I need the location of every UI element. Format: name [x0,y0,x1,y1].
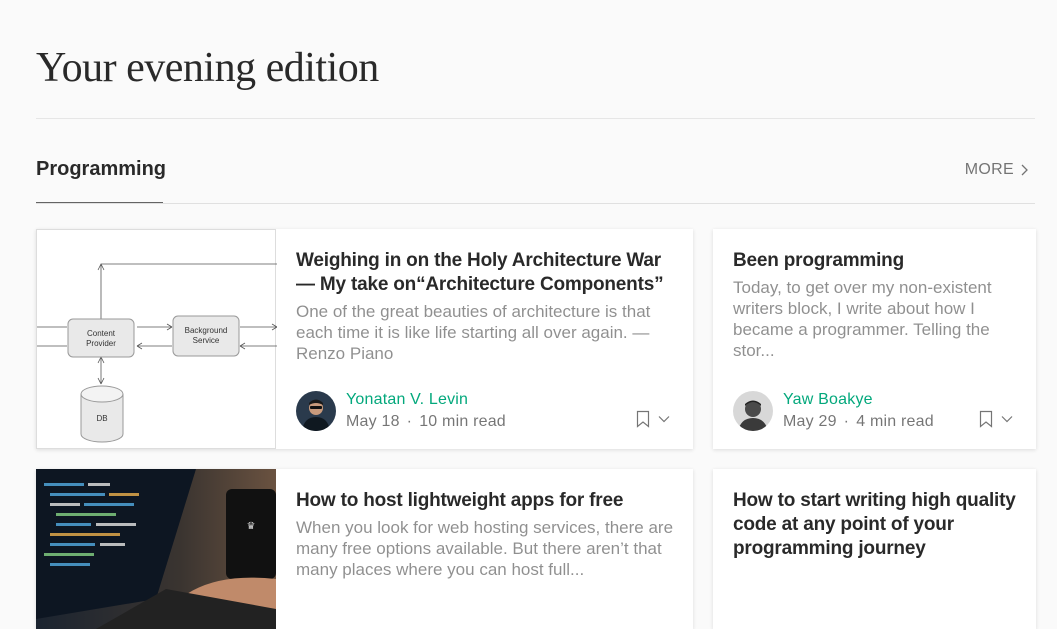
chevron-right-icon [1021,164,1028,176]
bookmark-icon[interactable] [979,410,993,428]
post-dateline: May 29 · 4 min read [783,411,934,433]
article-card[interactable]: Content Provider Background Service DB W… [36,229,693,449]
article-excerpt[interactable]: Today, to get over my non-existent write… [733,277,1023,361]
diagram-node-label: Provider [86,339,116,348]
chevron-down-icon[interactable] [658,415,670,423]
diagram-node-label: Content [87,329,116,338]
article-meta: Yonatan V. Levin May 18 · 10 min read [296,389,506,433]
section-title[interactable]: Programming [36,158,166,181]
article-card[interactable]: Been programming Today, to get over my n… [713,229,1036,449]
svg-text:♛: ♛ [247,521,256,532]
read-time: 10 min read [419,413,506,430]
article-meta: Yaw Boakye May 29 · 4 min read [733,389,934,433]
article-title[interactable]: Been programming [733,249,1023,273]
author-name[interactable]: Yaw Boakye [783,389,934,411]
divider [36,118,1035,119]
architecture-diagram[interactable]: Content Provider Background Service DB [36,229,278,449]
article-card[interactable]: ♛ How to host lightweight apps for free … [36,469,693,629]
post-date: May 29 [783,413,837,430]
laptop-code-image[interactable]: ♛ [36,469,276,629]
section-underline [36,202,163,203]
read-time: 4 min read [856,413,934,430]
diagram-db-label: DB [96,414,107,423]
diagram-node-label: Background [185,326,228,335]
article-card[interactable]: How to start writing high quality code a… [713,469,1036,629]
more-link[interactable]: MORE [965,161,1029,179]
author-name[interactable]: Yonatan V. Levin [346,389,506,411]
post-dateline: May 18 · 10 min read [346,411,506,433]
section-divider [36,203,1035,204]
article-excerpt[interactable]: One of the great beauties of architectur… [296,301,676,364]
diagram-svg: Content Provider Background Service DB [37,263,278,443]
page-title: Your evening edition [36,45,379,91]
diagram-node-label: Service [193,336,220,345]
article-title[interactable]: How to start writing high quality code a… [733,489,1018,561]
bookmark-icon[interactable] [636,410,650,428]
chevron-down-icon[interactable] [1001,415,1013,423]
more-label: MORE [964,161,1014,178]
article-title[interactable]: How to host lightweight apps for free [296,489,676,513]
avatar[interactable] [733,391,773,431]
separator: · [406,413,413,430]
article-title[interactable]: Weighing in on the Holy Architecture War… [296,249,676,297]
article-excerpt[interactable]: When you look for web hosting services, … [296,517,676,580]
avatar[interactable] [296,391,336,431]
separator: · [843,413,850,430]
post-date: May 18 [346,413,400,430]
